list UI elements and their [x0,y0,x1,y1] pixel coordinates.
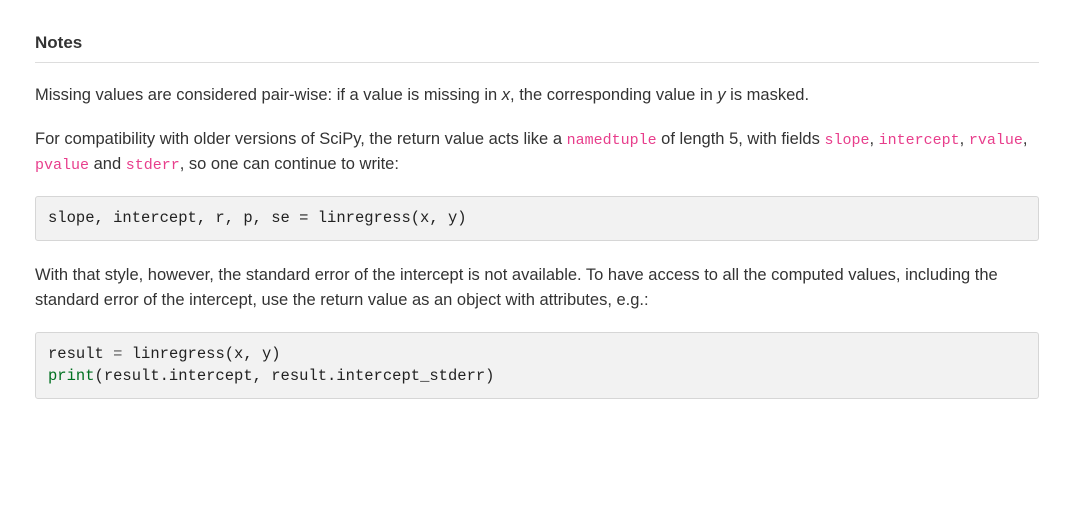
text-fragment: is masked. [726,86,809,104]
section-title: Notes [35,30,1039,63]
code-block-unpack: slope, intercept, r, p, se = linregress(… [35,196,1039,240]
text-fragment: For compatibility with older versions of… [35,130,567,148]
paragraph-standard-error: With that style, however, the standard e… [35,263,1039,314]
code-namedtuple: namedtuple [567,132,657,149]
text-fragment: , the corresponding value in [510,86,717,104]
code-stderr: stderr [126,157,180,174]
text-fragment: , [1023,130,1028,148]
code-intercept: intercept [879,132,960,149]
code-text: result [48,345,113,363]
paragraph-missing-values: Missing values are considered pair-wise:… [35,83,1039,109]
code-builtin-print: print [48,367,95,385]
code-pvalue: pvalue [35,157,89,174]
text-fragment: , so one can continue to write: [180,155,399,173]
text-fragment: and [89,155,126,173]
code-slope: slope [824,132,869,149]
code-block-result: result = linregress(x, y) print(result.i… [35,332,1039,399]
text-fragment: Missing values are considered pair-wise:… [35,86,502,104]
variable-y: y [717,86,725,104]
text-fragment: of length 5, with fields [657,130,825,148]
code-text: linregress(x, y) [122,345,280,363]
text-fragment: , [960,130,969,148]
variable-x: x [502,86,510,104]
paragraph-compatibility: For compatibility with older versions of… [35,127,1039,178]
text-fragment: , [869,130,878,148]
code-text: (result.intercept, result.intercept_stde… [95,367,495,385]
code-text: slope, intercept, r, p, se = linregress(… [48,209,467,227]
code-rvalue: rvalue [969,132,1023,149]
